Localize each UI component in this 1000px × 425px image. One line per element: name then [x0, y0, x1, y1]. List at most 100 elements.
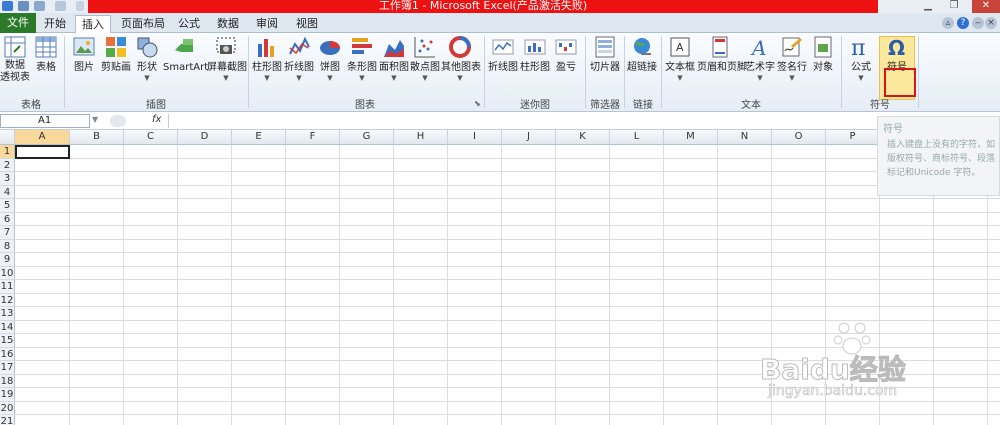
redo-icon[interactable]	[55, 1, 66, 11]
select-all-corner[interactable]	[0, 130, 15, 145]
tab-home[interactable]: 开始	[42, 15, 68, 33]
row-header-3[interactable]: 3	[0, 172, 15, 186]
name-box[interactable]: A1	[0, 114, 90, 128]
column-header-c[interactable]: C	[124, 130, 178, 145]
textbox-button[interactable]: A 文本框 ▼	[665, 36, 695, 82]
screenshot-button[interactable]: 屏幕截图 ▼	[207, 36, 247, 82]
pie-chart-button[interactable]: 饼图 ▼	[316, 36, 344, 82]
column-header-b[interactable]: B	[70, 130, 124, 145]
excel-app-icon[interactable]	[2, 1, 13, 11]
header-footer-button[interactable]: 页眉和页脚	[697, 36, 747, 74]
sparkline-column-button[interactable]: 柱形图	[520, 36, 550, 74]
row-header-9[interactable]: 9	[0, 253, 15, 267]
column-header-i[interactable]: I	[448, 130, 502, 145]
equation-icon: π	[850, 36, 872, 61]
column-header-d[interactable]: D	[178, 130, 232, 145]
column-header-l[interactable]: L	[610, 130, 664, 145]
row-header-7[interactable]: 7	[0, 226, 15, 240]
line-chart-button[interactable]: 折线图 ▼	[284, 36, 314, 82]
row-header-11[interactable]: 11	[0, 280, 15, 294]
row-header-10[interactable]: 10	[0, 266, 15, 280]
column-header-k[interactable]: K	[556, 130, 610, 145]
pivottable-button[interactable]: 数据 透视表	[0, 36, 30, 84]
row-header-16[interactable]: 16	[0, 347, 15, 361]
other-charts-icon	[449, 36, 471, 58]
save-icon[interactable]	[18, 1, 29, 11]
row-header-1[interactable]: 1	[0, 145, 15, 159]
column-header-n[interactable]: N	[718, 130, 772, 145]
row-header-15[interactable]: 15	[0, 334, 15, 348]
window-minimize-icon[interactable]: ‒	[972, 17, 984, 29]
window-title: 工作簿1 - Microsoft Excel(产品激活失败)	[378, 0, 588, 12]
object-button[interactable]: 对象	[809, 36, 837, 74]
column-header-h[interactable]: H	[394, 130, 448, 145]
tab-review[interactable]: 审阅	[253, 15, 281, 33]
row-header-18[interactable]: 18	[0, 374, 15, 388]
smartart-button[interactable]: SmartArt	[163, 36, 208, 74]
signature-line-button[interactable]: 签名行 ▼	[777, 36, 807, 82]
row-header-12[interactable]: 12	[0, 293, 15, 307]
column-header-g[interactable]: G	[340, 130, 394, 145]
undo-icon[interactable]	[34, 1, 45, 11]
scatter-chart-button[interactable]: 散点图 ▼	[410, 36, 440, 82]
sparkline-winloss-button[interactable]: 盈亏	[553, 36, 579, 74]
row-header-4[interactable]: 4	[0, 185, 15, 199]
column-header-o[interactable]: O	[772, 130, 826, 145]
row-header-19[interactable]: 19	[0, 388, 15, 402]
equation-button[interactable]: π 公式 ▼	[846, 36, 876, 82]
row-header-20[interactable]: 20	[0, 401, 15, 415]
tab-view[interactable]: 视图	[293, 15, 321, 33]
tab-formulas[interactable]: 公式	[176, 15, 202, 33]
row-header-8[interactable]: 8	[0, 239, 15, 253]
grid-vline	[69, 145, 70, 425]
area-chart-button[interactable]: 面积图 ▼	[379, 36, 409, 82]
shapes-button[interactable]: 形状 ▼	[134, 36, 160, 82]
column-header-f[interactable]: F	[286, 130, 340, 145]
textbox-icon: A	[669, 36, 691, 58]
column-chart-button[interactable]: 柱形图 ▼	[252, 36, 282, 82]
row-header-17[interactable]: 17	[0, 361, 15, 375]
formula-input[interactable]	[168, 114, 1000, 128]
minimize-icon[interactable]: ▁	[918, 0, 938, 13]
column-header-p[interactable]: P	[826, 130, 880, 145]
help-icon[interactable]: ?	[957, 17, 969, 29]
tab-file[interactable]: 文件	[0, 13, 36, 33]
other-charts-button[interactable]: 其他图表 ▼	[441, 36, 481, 82]
clipart-button[interactable]: 剪贴画	[100, 36, 132, 74]
column-header-m[interactable]: M	[664, 130, 718, 145]
baidu-watermark: Baidu经验 jingyan.baidu.com	[760, 318, 1000, 408]
column-header-e[interactable]: E	[232, 130, 286, 145]
grid-hline	[15, 225, 1000, 226]
wordart-button[interactable]: A 艺术字 ▼	[745, 36, 775, 82]
minimize-ribbon-icon[interactable]: ▵	[942, 17, 954, 29]
row-header-2[interactable]: 2	[0, 158, 15, 172]
tab-insert[interactable]: 插入	[75, 15, 111, 33]
window-close-icon[interactable]: ×	[985, 17, 997, 29]
close-icon[interactable]: ✕	[972, 0, 1000, 13]
row-header-5[interactable]: 5	[0, 199, 15, 213]
active-cell-a1[interactable]	[15, 144, 70, 159]
row-header-14[interactable]: 14	[0, 320, 15, 334]
object-icon	[812, 36, 834, 58]
column-header-j[interactable]: J	[502, 130, 556, 145]
table-button[interactable]: 表格	[33, 36, 59, 74]
charts-dialog-launcher-icon[interactable]: ⬊	[474, 99, 481, 108]
hyperlink-button[interactable]: 超链接	[626, 36, 658, 74]
name-box-dropdown-icon[interactable]: ▼	[92, 115, 102, 127]
customize-qat-icon[interactable]	[76, 1, 84, 11]
row-header-21[interactable]: 21	[0, 415, 15, 425]
column-header-a[interactable]: A	[15, 130, 70, 145]
pie-chart-icon	[319, 36, 341, 58]
tab-data[interactable]: 数据	[214, 15, 242, 33]
picture-button[interactable]: 图片	[70, 36, 98, 74]
insert-function-icon[interactable]: fx	[152, 114, 161, 125]
grid-vline	[609, 145, 610, 425]
bar-chart-button[interactable]: 条形图 ▼	[346, 36, 378, 82]
restore-icon[interactable]: ❐	[944, 0, 964, 13]
tab-page-layout[interactable]: 页面布局	[118, 15, 168, 33]
row-header-13[interactable]: 13	[0, 307, 15, 321]
slicer-icon	[594, 36, 616, 58]
sparkline-line-button[interactable]: 折线图	[488, 36, 518, 74]
slicer-button[interactable]: 切片器	[588, 36, 622, 74]
row-header-6[interactable]: 6	[0, 212, 15, 226]
